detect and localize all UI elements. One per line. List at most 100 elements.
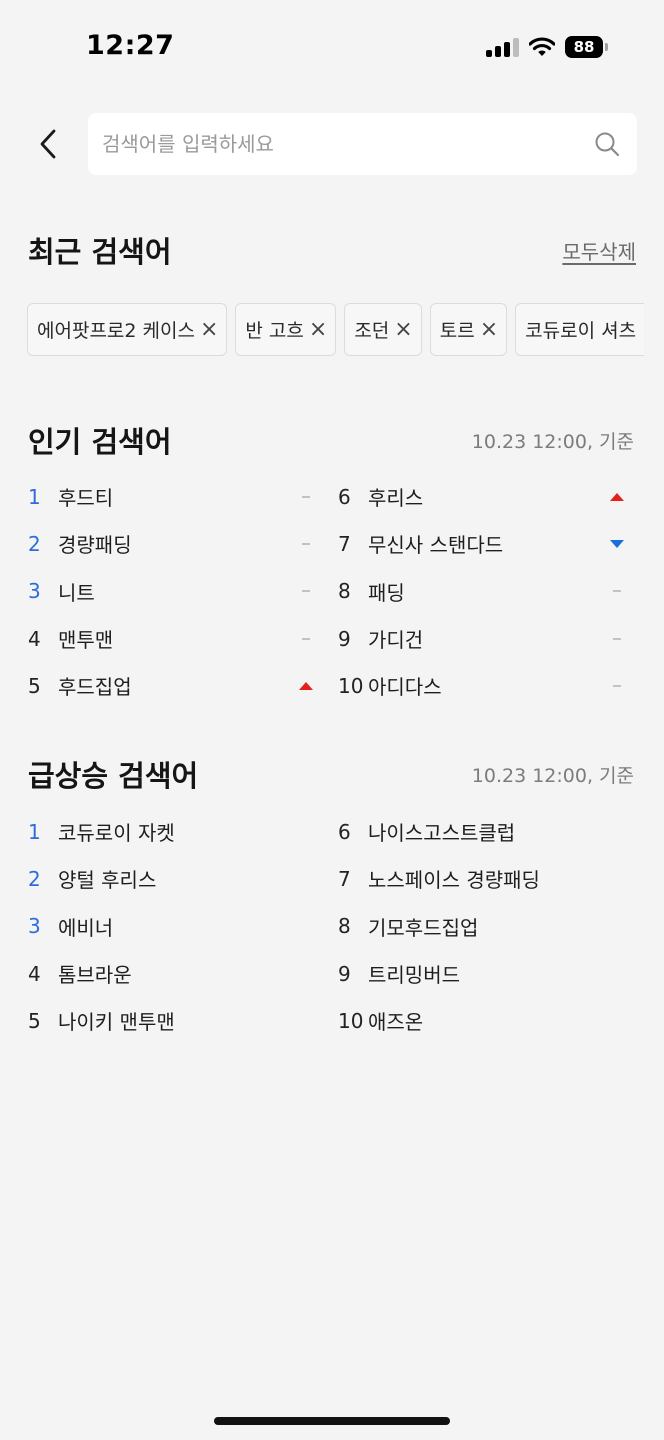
- rank-number: 3: [28, 579, 41, 604]
- trend-same-icon: [610, 681, 624, 691]
- trend-same-icon: [610, 634, 624, 644]
- clear-all-button[interactable]: 모두삭제: [562, 236, 636, 265]
- rank-item[interactable]: 9 트리밍버드: [338, 950, 624, 997]
- popular-list-left: 1 후드티 2 경량패딩 3 니트 4 맨투맨 5 후드집업: [28, 473, 313, 709]
- status-time: 12:27: [86, 30, 175, 61]
- rank-label: 경량패딩: [58, 533, 132, 558]
- rank-label: 기모후드집업: [368, 915, 479, 940]
- wifi-icon: [529, 37, 555, 56]
- rank-number: 1: [28, 484, 41, 509]
- rank-label: 나이키 맨투맨: [58, 1010, 175, 1035]
- rank-number: 6: [338, 819, 351, 844]
- rank-number: 10: [338, 1008, 364, 1033]
- chip-label: 에어팟프로2 케이스: [37, 320, 195, 342]
- rank-number: 4: [28, 961, 41, 986]
- search-input[interactable]: [102, 132, 593, 156]
- rank-label: 에비너: [58, 915, 114, 940]
- rank-label: 트리밍버드: [368, 963, 460, 988]
- rank-item[interactable]: 3 니트: [28, 568, 313, 615]
- rank-number: 9: [338, 961, 351, 986]
- recent-search-chips: 에어팟프로2 케이스 × 반 고흐 × 조던 × 토르 × 코듀로이 셔츠: [27, 303, 645, 356]
- trend-same-icon: [299, 492, 313, 502]
- search-screen: 12:27 88 최근 검색어 모두삭제: [0, 0, 664, 1440]
- rank-item[interactable]: 3 에비너: [28, 903, 313, 950]
- status-icons: 88: [486, 36, 608, 58]
- trend-same-icon: [610, 586, 624, 596]
- rank-item[interactable]: 9 가디건: [338, 615, 624, 662]
- close-icon[interactable]: ×: [394, 318, 412, 341]
- rank-item[interactable]: 4 맨투맨: [28, 615, 313, 662]
- rank-item[interactable]: 8 패딩: [338, 568, 624, 615]
- rank-label: 패딩: [368, 580, 405, 605]
- rank-item[interactable]: 6 나이스고스트클럽: [338, 808, 624, 855]
- back-button[interactable]: [30, 124, 66, 164]
- rank-number: 8: [338, 914, 351, 939]
- battery-level: 88: [565, 36, 603, 58]
- trend-down-icon: [610, 539, 624, 549]
- rank-item[interactable]: 5 후드집업: [28, 662, 313, 709]
- rank-number: 10: [338, 673, 364, 698]
- rank-number: 8: [338, 579, 351, 604]
- popular-timestamp: 10.23 12:00, 기준: [471, 431, 634, 453]
- rank-item[interactable]: 5 나이키 맨투맨: [28, 997, 313, 1044]
- recent-chip[interactable]: 반 고흐 ×: [235, 303, 337, 356]
- rank-number: 5: [28, 1008, 41, 1033]
- popular-searches-title: 인기 검색어: [28, 425, 172, 459]
- close-icon[interactable]: ×: [480, 318, 498, 341]
- close-icon[interactable]: ×: [309, 318, 327, 341]
- home-indicator[interactable]: [214, 1417, 450, 1425]
- rank-item[interactable]: 4 톰브라운: [28, 950, 313, 997]
- trend-same-icon: [299, 586, 313, 596]
- rank-label: 가디건: [368, 628, 424, 653]
- recent-chip[interactable]: 코듀로이 셔츠: [515, 303, 645, 356]
- rank-label: 코듀로이 자켓: [58, 821, 175, 846]
- recent-chip[interactable]: 토르 ×: [429, 303, 508, 356]
- chip-label: 조던: [354, 320, 390, 342]
- rank-label: 후리스: [368, 486, 424, 511]
- recent-searches-title: 최근 검색어: [28, 235, 172, 269]
- rank-item[interactable]: 8 기모후드집업: [338, 903, 624, 950]
- rank-item[interactable]: 10 아디다스: [338, 662, 624, 709]
- rank-item[interactable]: 2 경량패딩: [28, 520, 313, 567]
- trend-same-icon: [299, 634, 313, 644]
- rank-item[interactable]: 10 애즈온: [338, 997, 624, 1044]
- recent-chip[interactable]: 에어팟프로2 케이스 ×: [27, 303, 228, 356]
- rank-label: 후드티: [58, 486, 114, 511]
- search-icon[interactable]: [593, 130, 621, 158]
- chip-label: 코듀로이 셔츠: [525, 320, 637, 342]
- rising-list-right: 6 나이스고스트클럽 7 노스페이스 경량패딩 8 기모후드집업 9 트리밍버드…: [338, 808, 624, 1044]
- chevron-left-icon: [40, 129, 56, 159]
- rank-label: 후드집업: [58, 675, 132, 700]
- rank-item[interactable]: 1 코듀로이 자켓: [28, 808, 313, 855]
- trend-same-icon: [299, 539, 313, 549]
- rank-item[interactable]: 2 양털 후리스: [28, 855, 313, 902]
- chip-label: 토르: [439, 320, 475, 342]
- trend-up-icon: [610, 492, 624, 502]
- rank-label: 톰브라운: [58, 963, 132, 988]
- rank-item[interactable]: 7 노스페이스 경량패딩: [338, 855, 624, 902]
- rank-label: 니트: [58, 580, 95, 605]
- rank-number: 6: [338, 484, 351, 509]
- rank-number: 2: [28, 866, 41, 891]
- rank-number: 3: [28, 914, 41, 939]
- rank-number: 5: [28, 673, 41, 698]
- close-icon[interactable]: ×: [200, 318, 218, 341]
- rank-label: 무신사 스탠다드: [368, 533, 504, 558]
- search-bar[interactable]: [88, 113, 637, 175]
- rising-searches-title: 급상승 검색어: [28, 759, 199, 793]
- rank-label: 나이스고스트클럽: [368, 821, 516, 846]
- rank-number: 2: [28, 531, 41, 556]
- rank-item[interactable]: 7 무신사 스탠다드: [338, 520, 624, 567]
- rank-number: 4: [28, 626, 41, 651]
- rank-number: 7: [338, 866, 351, 891]
- rank-item[interactable]: 1 후드티: [28, 473, 313, 520]
- rising-timestamp: 10.23 12:00, 기준: [471, 765, 634, 787]
- popular-list-right: 6 후리스 7 무신사 스탠다드 8 패딩 9 가디건 10 아디다스: [338, 473, 624, 709]
- rank-label: 맨투맨: [58, 628, 114, 653]
- rising-list-left: 1 코듀로이 자켓 2 양털 후리스 3 에비너 4 톰브라운 5 나이키 맨투…: [28, 808, 313, 1044]
- trend-up-icon: [299, 681, 313, 691]
- rank-label: 양털 후리스: [58, 868, 157, 893]
- rank-item[interactable]: 6 후리스: [338, 473, 624, 520]
- cellular-signal-icon: [486, 37, 519, 57]
- recent-chip[interactable]: 조던 ×: [344, 303, 422, 356]
